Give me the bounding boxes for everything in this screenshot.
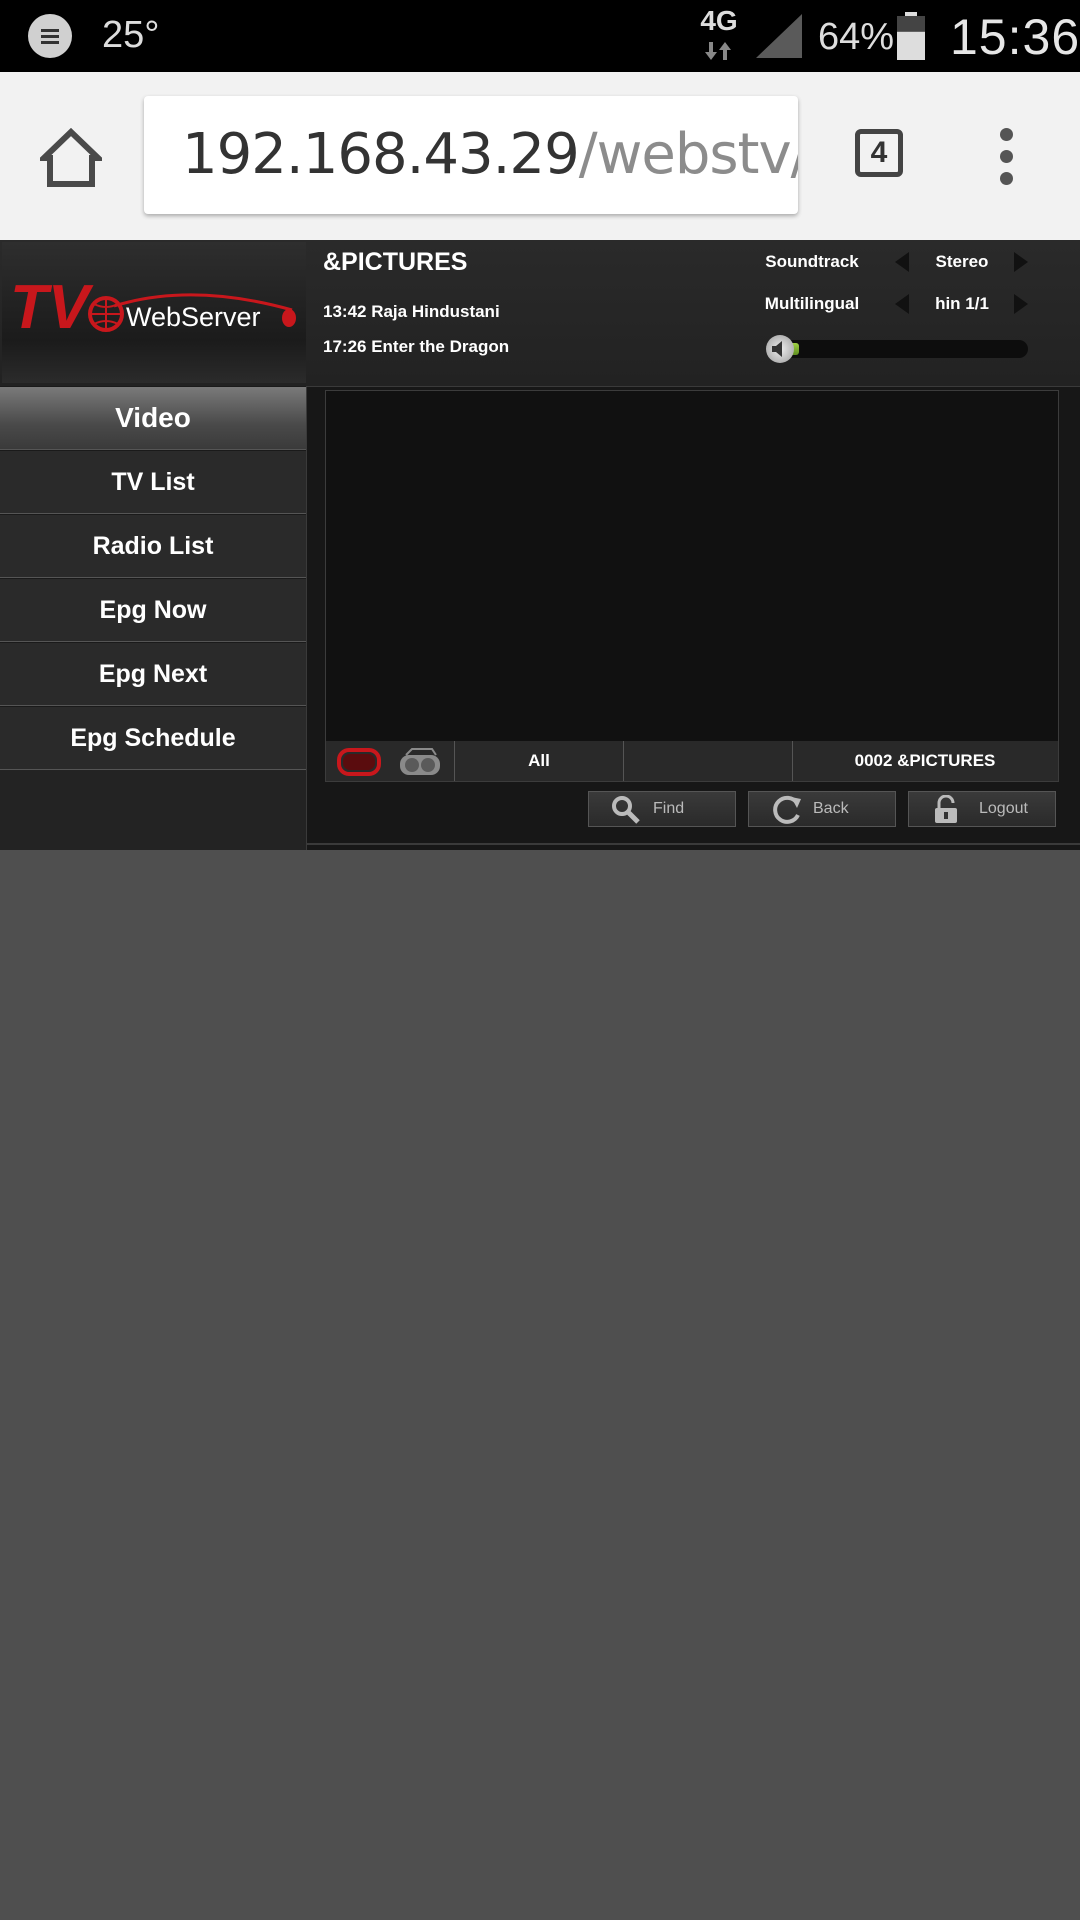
divider xyxy=(307,843,1080,845)
language-prev-button[interactable] xyxy=(895,294,909,314)
search-icon xyxy=(612,796,640,824)
network-type: 4G xyxy=(700,5,738,36)
unlock-icon xyxy=(935,795,957,823)
sidebar-item-tv-list[interactable]: TV List xyxy=(0,450,306,514)
refresh-icon xyxy=(773,795,801,824)
tv-icon[interactable] xyxy=(336,747,382,777)
language-next-button[interactable] xyxy=(1014,294,1028,314)
sidebar-item-video[interactable]: Video xyxy=(0,386,306,450)
svg-text:WebServer: WebServer xyxy=(126,302,261,332)
tab-switcher-button[interactable]: 4 xyxy=(855,129,903,177)
current-channel: 0002 &PICTURES xyxy=(854,751,996,770)
svg-text:TV: TV xyxy=(10,273,94,342)
soundtrack-prev-button[interactable] xyxy=(895,252,909,272)
language-value: hin 1/1 xyxy=(935,294,989,313)
soundtrack-next-button[interactable] xyxy=(1014,252,1028,272)
web-page: TV WebServer &PICTURES 13:42 Raja Hindus… xyxy=(0,240,1080,850)
sidebar-item-epg-schedule[interactable]: Epg Schedule xyxy=(0,706,306,770)
home-icon[interactable] xyxy=(40,128,102,188)
message-icon xyxy=(28,14,72,58)
sidebar: Video TV List Radio List Epg Now Epg Nex… xyxy=(0,386,307,850)
video-control-bar: All 0002 &PICTURES xyxy=(325,741,1059,782)
url-path: /webstv/webs xyxy=(578,122,798,187)
epg-now: 13:42 Raja Hindustani xyxy=(323,302,500,321)
video-player[interactable] xyxy=(325,390,1059,742)
sidebar-item-epg-next[interactable]: Epg Next xyxy=(0,642,306,706)
video-bar-middle xyxy=(624,741,792,781)
epg-next: 17:26 Enter the Dragon xyxy=(323,337,510,356)
url-host: 192.168.43.29 xyxy=(182,122,580,187)
battery-percent: 64% xyxy=(818,16,895,58)
overflow-menu-icon[interactable] xyxy=(1000,128,1014,185)
speaker-icon[interactable] xyxy=(766,335,794,363)
temperature: 25° xyxy=(102,14,160,56)
logout-label: Logout xyxy=(979,800,1028,817)
tv-webserver-logo: TV WebServer xyxy=(2,242,306,383)
signal-icon xyxy=(756,14,802,58)
volume-slider[interactable] xyxy=(766,340,1028,358)
group-filter[interactable]: All xyxy=(455,741,623,781)
language-label: Multilingual xyxy=(764,294,860,313)
url-text: 192.168.43.29/webstv/webs xyxy=(182,120,798,190)
data-arrows-icon xyxy=(705,42,731,60)
soundtrack-label: Soundtrack xyxy=(765,252,859,271)
find-button[interactable]: Find xyxy=(588,791,736,827)
status-bar: 25° 4G 64% 15:36 xyxy=(0,0,1080,72)
soundtrack-value: Stereo xyxy=(935,252,989,271)
radio-icon[interactable] xyxy=(398,747,442,777)
logout-button[interactable]: Logout xyxy=(908,791,1056,827)
sidebar-item-epg-now[interactable]: Epg Now xyxy=(0,578,306,642)
back-label: Back xyxy=(813,800,849,817)
page-header: TV WebServer &PICTURES 13:42 Raja Hindus… xyxy=(0,240,1080,387)
address-bar[interactable]: 192.168.43.29/webstv/webs xyxy=(144,96,798,214)
browser-toolbar: 192.168.43.29/webstv/webs 4 xyxy=(0,72,1080,240)
find-label: Find xyxy=(653,800,685,817)
clock: 15:36 xyxy=(950,9,1080,65)
back-button[interactable]: Back xyxy=(748,791,896,827)
sidebar-item-radio-list[interactable]: Radio List xyxy=(0,514,306,578)
battery-icon xyxy=(897,12,925,60)
channel-title: &PICTURES xyxy=(323,248,468,276)
